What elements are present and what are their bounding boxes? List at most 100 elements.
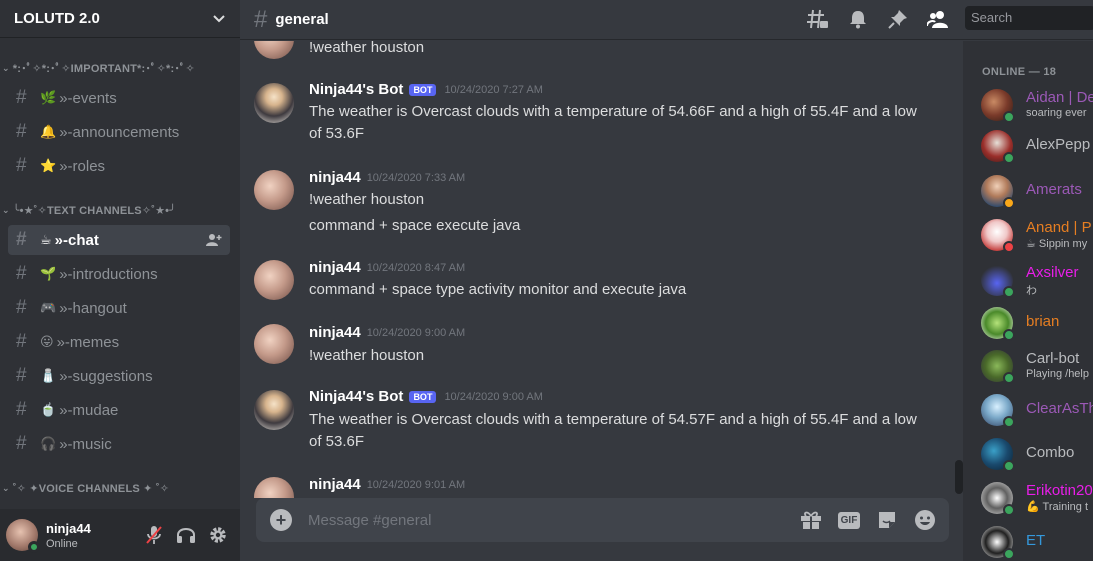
online-status-icon xyxy=(1003,329,1015,341)
message-text: command + space execute java xyxy=(309,217,521,234)
message-composer: + Message #general GIF xyxy=(256,498,949,542)
avatar[interactable] xyxy=(254,170,294,210)
member-item[interactable]: Erikotin20 💪 Training t xyxy=(981,478,1093,518)
message-author[interactable]: ninja44 xyxy=(309,324,361,341)
member-activity: わ xyxy=(1026,285,1037,297)
add-member-icon[interactable] xyxy=(206,233,222,247)
member-item[interactable]: Combo xyxy=(981,434,1093,474)
channel-mudae[interactable]: # 🍵 »-mudae xyxy=(8,395,230,425)
message-timestamp: 10/24/2020 9:00 AM xyxy=(366,326,466,339)
gif-icon: GIF xyxy=(837,511,861,529)
online-status-icon xyxy=(28,541,40,553)
channel-introductions[interactable]: # 🌱 »-introductions xyxy=(8,259,230,289)
user-panel: ninja44 Online xyxy=(0,509,240,561)
server-header[interactable]: LOLUTD 2.0 xyxy=(0,0,240,38)
message-timestamp: 10/24/2020 7:27 AM xyxy=(444,83,543,96)
message-text: !weather houston xyxy=(309,191,425,208)
member-name: Erikotin20 xyxy=(1026,482,1093,499)
sticker-button[interactable] xyxy=(873,506,901,534)
dnd-status-icon xyxy=(1003,241,1015,253)
category-important[interactable]: ⌄ *:･ﾟ✧*:･ﾟ✧IMPORTANT*:･ﾟ✧*:･ﾟ✧ xyxy=(2,59,195,77)
upload-button[interactable]: + xyxy=(270,509,292,531)
server-name: LOLUTD 2.0 xyxy=(14,10,100,27)
bot-badge: BOT xyxy=(409,83,437,96)
avatar[interactable] xyxy=(254,324,294,364)
message-header: ninja44 10/24/2020 9:00 AM xyxy=(309,324,465,341)
member-item[interactable]: Anand | P ☕ Sippin my xyxy=(981,215,1093,255)
avatar[interactable] xyxy=(254,41,294,59)
message-header: ninja44 10/24/2020 9:01 AM xyxy=(309,476,465,493)
user-info[interactable]: ninja44 Online xyxy=(46,521,138,550)
channel-announcements[interactable]: # 🔔 »-announcements xyxy=(8,117,230,147)
message-author[interactable]: ninja44 xyxy=(309,259,361,276)
avatar[interactable] xyxy=(254,390,294,430)
user-settings-button[interactable] xyxy=(202,519,234,551)
hash-icon: # xyxy=(16,155,27,176)
message-author[interactable]: ninja44 xyxy=(309,476,361,493)
channel-label: »-roles xyxy=(59,157,106,175)
category-label: ˚✧ ✦VOICE CHANNELS ✦ ˚✧ xyxy=(12,482,170,495)
message-header: ninja44 10/24/2020 7:33 AM xyxy=(309,169,465,186)
avatar[interactable] xyxy=(6,519,40,553)
channel-sidebar: LOLUTD 2.0 ⌄ *:･ﾟ✧*:･ﾟ✧IMPORTANT*:･ﾟ✧*:･… xyxy=(0,0,240,561)
avatar[interactable] xyxy=(254,83,294,123)
message-input[interactable]: Message #general xyxy=(308,512,797,529)
member-item[interactable]: brian xyxy=(981,303,1093,343)
pin-icon xyxy=(888,10,907,29)
category-label: ╰•★˚✧TEXT CHANNELS✧˚★•╯ xyxy=(12,204,177,217)
online-status-icon xyxy=(1003,504,1015,516)
message-scrollbar[interactable] xyxy=(955,460,963,494)
channel-hangout[interactable]: # 🎮 »-hangout xyxy=(8,293,230,323)
gift-button[interactable] xyxy=(797,506,825,534)
category-text-channels[interactable]: ⌄ ╰•★˚✧TEXT CHANNELS✧˚★•╯ xyxy=(2,201,176,219)
mute-button[interactable] xyxy=(138,519,170,551)
message-author[interactable]: Ninja44's Bot xyxy=(309,388,403,405)
avatar[interactable] xyxy=(254,477,294,498)
channel-music[interactable]: # 🎧 »-music xyxy=(8,429,230,459)
member-item[interactable]: AlexPepp xyxy=(981,126,1093,166)
channel-label: »-memes xyxy=(56,333,120,351)
gif-button[interactable]: GIF xyxy=(835,506,863,534)
member-list-button[interactable] xyxy=(926,7,950,31)
member-item[interactable]: ET xyxy=(981,522,1093,561)
username: ninja44 xyxy=(46,520,91,536)
member-item[interactable]: Aidan | De soaring ever xyxy=(981,85,1093,125)
members-icon xyxy=(927,11,948,28)
channel-roles[interactable]: # ⭐ »-roles xyxy=(8,151,230,181)
member-name: Amerats xyxy=(1026,181,1082,198)
channel-label: »-introductions xyxy=(59,265,158,283)
member-item[interactable]: ClearAsTh xyxy=(981,390,1093,430)
bell-icon xyxy=(850,11,866,29)
message-author[interactable]: Ninja44's Bot xyxy=(309,81,403,98)
pinned-messages-button[interactable] xyxy=(886,7,910,31)
channel-suggestions[interactable]: # 🧂 »-suggestions xyxy=(8,361,230,391)
message-text: The weather is Overcast clouds with a te… xyxy=(309,103,917,142)
threads-icon xyxy=(807,9,828,29)
channel-label: »-mudae xyxy=(59,401,119,419)
member-activity: Playing /help xyxy=(1026,368,1089,380)
channel-events[interactable]: # 🌿 »-events xyxy=(8,83,230,113)
threads-button[interactable] xyxy=(806,7,830,31)
channel-emoji: 🔔 xyxy=(40,124,57,139)
online-status-icon xyxy=(1003,111,1015,123)
message-author[interactable]: ninja44 xyxy=(309,169,361,186)
member-item[interactable]: Amerats xyxy=(981,171,1093,211)
avatar[interactable] xyxy=(254,260,294,300)
member-activity: soaring ever xyxy=(1026,107,1087,119)
channel-chat[interactable]: # ☕ »-chat xyxy=(8,225,230,255)
chevron-down-icon[interactable] xyxy=(212,12,226,26)
notifications-button[interactable] xyxy=(846,7,870,31)
member-item[interactable]: Carl-bot Playing /help xyxy=(981,346,1093,386)
idle-status-icon xyxy=(1003,197,1015,209)
online-header: ONLINE — 18 xyxy=(982,66,1057,78)
member-name: Carl-bot xyxy=(1026,350,1080,367)
category-voice-channels[interactable]: ⌄ ˚✧ ✦VOICE CHANNELS ✦ ˚✧ xyxy=(2,479,169,497)
search-input[interactable]: Search xyxy=(965,6,1093,30)
deafen-button[interactable] xyxy=(170,519,202,551)
member-activity: 💪 Training t xyxy=(1026,501,1088,513)
member-name: AlexPepp xyxy=(1026,136,1091,153)
chevron-icon: ⌄ xyxy=(2,204,10,215)
channel-memes[interactable]: # 😛 »-memes xyxy=(8,327,230,357)
member-item[interactable]: Axsilver わ xyxy=(981,260,1093,300)
emoji-button[interactable] xyxy=(911,506,939,534)
